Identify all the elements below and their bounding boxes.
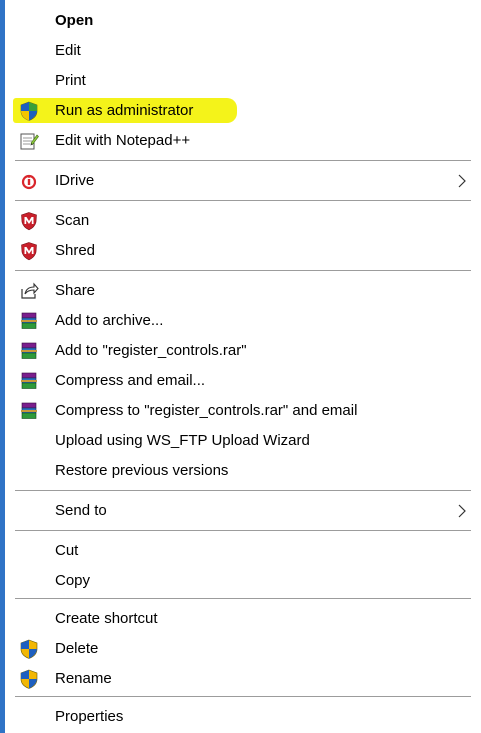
context-menu: Open Edit Print Run as administrator Edi…: [5, 0, 481, 733]
menu-item-label: Add to "register_controls.rar": [55, 342, 247, 359]
menu-item-label: Delete: [55, 640, 99, 657]
idrive-icon: [19, 171, 39, 191]
menu-item-label: Open: [55, 12, 94, 29]
mcafee-icon: [19, 241, 39, 261]
menu-item-open[interactable]: Open: [5, 6, 481, 36]
menu-separator: [15, 270, 471, 271]
menu-item-label: Print: [55, 72, 86, 89]
menu-separator: [15, 598, 471, 599]
menu-item-label: Cut: [55, 542, 79, 559]
winrar-icon: [19, 371, 39, 391]
menu-item-create-shortcut[interactable]: Create shortcut: [5, 604, 481, 634]
menu-item-label: Upload using WS_FTP Upload Wizard: [55, 432, 310, 449]
menu-separator: [15, 160, 471, 161]
menu-item-label: IDrive: [55, 172, 95, 189]
uac-shield-icon: [19, 669, 39, 689]
menu-item-compress-to-rar-and-email[interactable]: Compress to "register_controls.rar" and …: [5, 396, 481, 426]
menu-item-upload-ws-ftp[interactable]: Upload using WS_FTP Upload Wizard: [5, 426, 481, 456]
menu-item-edit-with-notepad-plus-plus[interactable]: Edit with Notepad++: [5, 126, 481, 156]
menu-item-send-to[interactable]: Send to: [5, 496, 481, 526]
menu-item-label: Edit with Notepad++: [55, 132, 191, 149]
menu-separator: [15, 200, 471, 201]
menu-separator: [15, 530, 471, 531]
menu-item-print[interactable]: Print: [5, 66, 481, 96]
menu-separator: [15, 490, 471, 491]
uac-shield-icon: [19, 639, 39, 659]
menu-item-label: Compress and email...: [55, 372, 206, 389]
menu-item-label: Restore previous versions: [55, 462, 229, 479]
menu-item-rename[interactable]: Rename: [5, 664, 481, 694]
share-icon: [19, 281, 39, 301]
menu-item-run-as-administrator[interactable]: Run as administrator: [5, 96, 481, 126]
menu-item-label: Send to: [55, 502, 107, 519]
chevron-right-icon: [455, 173, 469, 189]
menu-separator: [15, 696, 471, 697]
menu-item-label: Copy: [55, 572, 91, 589]
menu-item-idrive[interactable]: IDrive: [5, 166, 481, 196]
menu-item-edit[interactable]: Edit: [5, 36, 481, 66]
menu-item-delete[interactable]: Delete: [5, 634, 481, 664]
menu-item-copy[interactable]: Copy: [5, 566, 481, 596]
menu-item-label: Rename: [55, 670, 112, 687]
menu-item-properties[interactable]: Properties: [5, 702, 481, 732]
menu-item-label: Create shortcut: [55, 610, 158, 627]
menu-item-label: Edit: [55, 42, 81, 59]
menu-item-label: Scan: [55, 212, 90, 229]
menu-item-label: Compress to "register_controls.rar" and …: [55, 402, 358, 419]
menu-item-share[interactable]: Share: [5, 276, 481, 306]
menu-item-add-to-rar[interactable]: Add to "register_controls.rar": [5, 336, 481, 366]
uac-shield-icon: [19, 101, 39, 121]
menu-item-scan[interactable]: Scan: [5, 206, 481, 236]
menu-item-restore-previous-versions[interactable]: Restore previous versions: [5, 456, 481, 486]
menu-item-shred[interactable]: Shred: [5, 236, 481, 266]
menu-item-label: Add to archive...: [55, 312, 164, 329]
winrar-icon: [19, 311, 39, 331]
notepad-plus-plus-icon: [19, 131, 39, 151]
mcafee-icon: [19, 211, 39, 231]
menu-item-label: Share: [55, 282, 96, 299]
chevron-right-icon: [455, 503, 469, 519]
winrar-icon: [19, 341, 39, 361]
menu-item-label: Run as administrator: [55, 102, 194, 119]
menu-item-compress-and-email[interactable]: Compress and email...: [5, 366, 481, 396]
menu-item-cut[interactable]: Cut: [5, 536, 481, 566]
winrar-icon: [19, 401, 39, 421]
menu-item-add-to-archive[interactable]: Add to archive...: [5, 306, 481, 336]
menu-item-label: Properties: [55, 708, 124, 725]
menu-item-label: Shred: [55, 242, 96, 259]
